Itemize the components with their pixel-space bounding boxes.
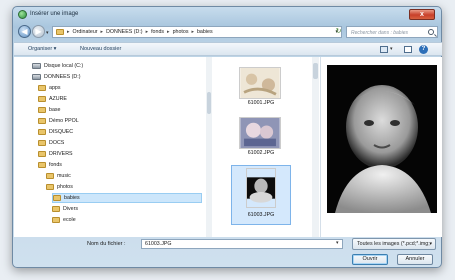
image-thumbnail [239, 67, 281, 99]
folder-icon [38, 151, 46, 157]
file-name: 61001.JPG [247, 100, 275, 106]
tree-item-base[interactable]: base [38, 105, 61, 115]
preview-pane [320, 57, 442, 237]
tree-item-disque-local[interactable]: Disque local (C:) [32, 61, 83, 71]
tree-item-music[interactable]: music [46, 171, 71, 181]
file-list: 61001.JPG 61002.JPG 61003.JPG [213, 57, 319, 237]
chevron-right-icon[interactable]: ▸ [167, 29, 170, 35]
image-thumbnail [239, 117, 281, 149]
breadcrumb-babies[interactable]: babies [197, 29, 213, 35]
preview-pane-icon[interactable] [404, 46, 412, 53]
view-options-icon[interactable] [380, 46, 388, 53]
chevron-right-icon[interactable]: ▸ [191, 29, 194, 35]
chevron-right-icon[interactable]: ▸ [146, 29, 149, 35]
scrollbar-thumb[interactable] [207, 92, 211, 114]
image-preview [327, 65, 437, 213]
search-input[interactable]: Rechercher dans : babies [346, 26, 438, 38]
breadcrumb-fonds[interactable]: fonds [151, 29, 164, 35]
tree-item-disquec[interactable]: DISQUEC [38, 127, 73, 137]
chevron-right-icon[interactable]: ▸ [101, 29, 104, 35]
file-item-selected[interactable]: 61003.JPG [231, 165, 291, 225]
folder-icon [46, 173, 54, 179]
app-icon [18, 10, 27, 19]
filename-input[interactable]: 61003.JPG [141, 239, 343, 249]
navigation-bar: ◀ ▶ ▾ ▸ Ordinateur ▸ DONNEES (D:) ▸ fond… [18, 25, 438, 39]
dialog-footer: Nom du fichier : 61003.JPG ▾ Toutes les … [13, 238, 441, 268]
folder-icon [38, 118, 46, 124]
file-item[interactable]: 61001.JPG [231, 65, 291, 115]
tree-item-donnees[interactable]: DONNEES (D:) [32, 72, 81, 82]
folder-icon [53, 195, 61, 201]
chevron-down-icon: ▾ [429, 241, 432, 247]
breadcrumb-photos[interactable]: photos [173, 29, 189, 35]
drive-icon [32, 74, 41, 80]
folder-icon [38, 129, 46, 135]
file-name: 61003.JPG [247, 212, 275, 218]
folder-icon [38, 140, 46, 146]
folder-icon [38, 85, 46, 91]
file-list-scrollbar[interactable] [312, 57, 319, 237]
address-bar[interactable]: ▸ Ordinateur ▸ DONNEES (D:) ▸ fonds ▸ ph… [52, 26, 342, 38]
search-placeholder: Rechercher dans : babies [351, 30, 408, 36]
insert-image-dialog: Insérer une image x ◀ ▶ ▾ ▸ Ordinateur ▸… [12, 6, 442, 268]
cancel-button[interactable]: Annuler [397, 254, 433, 265]
view-dropdown-icon[interactable]: ▾ [390, 46, 393, 52]
help-icon[interactable]: ? [419, 45, 428, 54]
tree-item-demo-ppol[interactable]: Démo PPOL [38, 116, 79, 126]
tree-item-photos[interactable]: photos [46, 182, 73, 192]
filename-dropdown-icon[interactable]: ▾ [336, 240, 339, 246]
close-button[interactable]: x [409, 9, 435, 20]
drive-icon [32, 63, 41, 69]
chevron-right-icon[interactable]: ▸ [67, 29, 70, 35]
folder-icon [46, 184, 54, 190]
folder-icon [38, 107, 46, 113]
command-toolbar: Organiser ▾ Nouveau dossier ▾ ? [14, 42, 442, 56]
new-folder-button[interactable]: Nouveau dossier [80, 46, 121, 52]
breadcrumb-ordinateur[interactable]: Ordinateur [73, 29, 98, 35]
file-type-select[interactable]: Toutes les images (*.pcd;*.img; ▾ [352, 238, 436, 250]
folder-icon [52, 217, 60, 223]
back-button[interactable]: ◀ [18, 25, 31, 38]
tree-item-azure[interactable]: AZURE [38, 94, 67, 104]
filename-label: Nom du fichier : [87, 241, 126, 247]
navigation-pane: Disque local (C:) DONNEES (D:) apps AZUR… [14, 57, 212, 237]
forward-button[interactable]: ▶ [32, 25, 45, 38]
navigation-scrollbar[interactable] [206, 57, 212, 237]
folder-icon [52, 206, 60, 212]
title-bar: Insérer une image x [13, 7, 441, 23]
file-item[interactable]: 61002.JPG [231, 115, 291, 165]
image-thumbnail [246, 168, 276, 208]
folder-icon [38, 96, 46, 102]
breadcrumb-donnees[interactable]: DONNEES (D:) [106, 29, 143, 35]
folder-icon [38, 162, 46, 168]
tree-item-ecole[interactable]: ecole [52, 215, 76, 225]
dialog-title: Insérer une image [30, 11, 79, 17]
search-icon[interactable] [428, 29, 434, 35]
tree-item-fonds[interactable]: fonds [38, 160, 62, 170]
organize-menu[interactable]: Organiser ▾ [28, 46, 56, 52]
tree-item-divers[interactable]: Divers [52, 204, 78, 214]
open-button[interactable]: Ouvrir [352, 254, 388, 265]
tree-item-babies[interactable]: babies [52, 193, 202, 203]
tree-item-apps[interactable]: apps [38, 83, 61, 93]
scrollbar-thumb[interactable] [313, 63, 318, 79]
folder-icon [56, 29, 64, 35]
tree-item-docs[interactable]: DOCS [38, 138, 64, 148]
file-name: 61002.JPG [247, 150, 275, 156]
history-dropdown-icon[interactable]: ▾ [46, 30, 49, 36]
file-type-value: Toutes les images (*.pcd;*.img; [357, 241, 430, 247]
refresh-icon[interactable]: ↻ [334, 26, 343, 38]
tree-item-drivers[interactable]: DRIVERS [38, 149, 73, 159]
dialog-body: Disque local (C:) DONNEES (D:) apps AZUR… [14, 57, 442, 237]
